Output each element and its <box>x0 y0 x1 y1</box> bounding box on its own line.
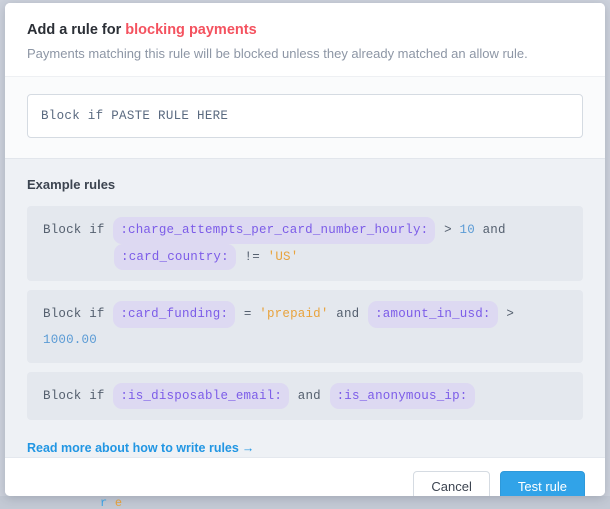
modal-footer: Cancel Test rule <box>5 457 605 496</box>
example-rule-line: Block if :charge_attempts_per_card_numbe… <box>43 217 506 244</box>
rule-token-op: != <box>244 249 260 264</box>
modal-subtitle: Payments matching this rule will be bloc… <box>27 45 528 61</box>
rule-token-kw: Block if <box>43 307 105 322</box>
rule-token-num: 1000.00 <box>43 332 97 347</box>
rule-token-kw: Block if <box>43 388 105 403</box>
rule-token-kw: and <box>297 388 321 403</box>
example-rule-card: Block if :charge_attempts_per_card_numbe… <box>27 206 583 282</box>
rule-token-op: > <box>506 307 515 322</box>
example-rules-heading: Example rules <box>27 177 116 193</box>
title-accent: blocking payments <box>125 22 257 38</box>
rule-token-kw: Block if <box>43 223 105 238</box>
rule-token-pill: :card_funding: <box>113 301 236 328</box>
example-rule-line: :card_country: != 'US' <box>43 243 567 271</box>
obscured-background-row: r e <box>100 496 123 509</box>
add-rule-modal: Add a rule for blocking payments Payment… <box>5 3 605 496</box>
example-rule-line: Block if :is_disposable_email: and :is_a… <box>43 382 476 410</box>
rule-token-pill: :is_disposable_email: <box>113 382 290 410</box>
read-more-link[interactable]: Read more about how to write rules → <box>27 441 254 455</box>
rule-token-pill: :card_country: <box>114 243 236 271</box>
rule-input-zone <box>5 76 605 159</box>
read-more-label: Read more about how to write rules <box>27 441 239 456</box>
example-rules-panel: Example rules Block if :charge_attempts_… <box>5 158 605 458</box>
rule-token-pill: :charge_attempts_per_card_number_hourly: <box>113 217 436 244</box>
cancel-button[interactable]: Cancel <box>413 471 490 496</box>
rule-token-num: 10 <box>459 223 475 238</box>
rule-token-str: 'prepaid' <box>259 307 329 322</box>
rule-token-pill: :is_anonymous_ip: <box>329 382 475 410</box>
rule-input[interactable] <box>27 94 583 139</box>
rule-token-pill: :amount_in_usd: <box>368 301 498 328</box>
example-rule-line: Block if :card_funding: = 'prepaid' and … <box>43 301 515 347</box>
arrow-right-icon: → <box>241 441 255 456</box>
title-prefix: Add a rule for <box>27 22 126 38</box>
rule-token-op: = <box>243 307 252 322</box>
example-rule-card: Block if :card_funding: = 'prepaid' and … <box>27 290 583 363</box>
rule-token-kw: and <box>336 307 360 322</box>
page-title: Add a rule for blocking payments <box>27 21 583 40</box>
test-rule-button[interactable]: Test rule <box>499 471 585 496</box>
example-rules-list: Block if :charge_attempts_per_card_numbe… <box>27 206 583 421</box>
rule-token-op: > <box>444 223 452 238</box>
modal-header: Add a rule for blocking payments Payment… <box>5 3 605 77</box>
rule-token-str: 'US' <box>267 249 299 264</box>
example-rule-card: Block if :is_disposable_email: and :is_a… <box>27 371 583 421</box>
rule-token-kw: and <box>482 223 506 238</box>
